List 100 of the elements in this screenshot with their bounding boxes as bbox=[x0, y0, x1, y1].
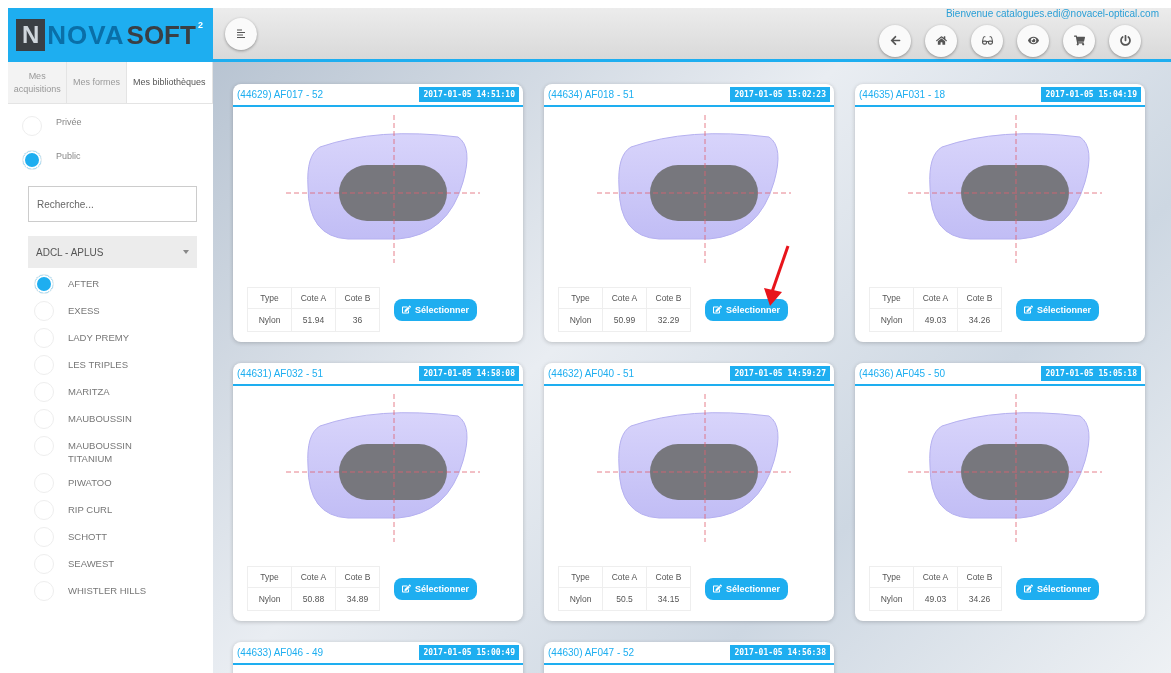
logo-superscript: 2 bbox=[197, 20, 203, 30]
table-header: Type bbox=[558, 287, 603, 309]
home-button[interactable] bbox=[925, 24, 957, 57]
radio-label: Public bbox=[56, 150, 81, 162]
brand-label: SEAWEST bbox=[68, 556, 116, 571]
brand-label: EXESS bbox=[68, 304, 101, 318]
glasses-icon bbox=[981, 35, 993, 46]
edit-icon bbox=[713, 305, 722, 314]
select-button[interactable]: Sélectionner bbox=[1016, 298, 1100, 321]
table-cell: Nylon bbox=[869, 587, 914, 611]
table-header: Cote B bbox=[335, 566, 380, 588]
menu-button[interactable] bbox=[225, 17, 257, 50]
brand-label: RIP CURL bbox=[68, 502, 114, 517]
select-button[interactable]: Sélectionner bbox=[394, 577, 478, 600]
eye-icon bbox=[1027, 35, 1039, 46]
table-header: Cote A bbox=[291, 287, 336, 309]
brand-label: MAUBOUSSIN bbox=[68, 412, 133, 426]
edit-icon bbox=[713, 584, 722, 593]
select-button[interactable]: Sélectionner bbox=[705, 298, 789, 321]
table-cell: 51.94 bbox=[291, 308, 336, 332]
table-header: Cote A bbox=[913, 566, 958, 588]
timestamp-badge: 2017-01-05 15:00:49 bbox=[419, 645, 519, 660]
table-header: Type bbox=[558, 566, 603, 588]
timestamp-badge: 2017-01-05 14:56:38 bbox=[730, 645, 830, 660]
table-header: Cote A bbox=[913, 287, 958, 309]
back-button[interactable] bbox=[879, 24, 911, 57]
radio-button[interactable] bbox=[22, 150, 42, 171]
table-cell: 49.03 bbox=[913, 587, 958, 611]
brand-label: SCHOTT bbox=[68, 529, 109, 544]
table-cell: 36 bbox=[335, 308, 380, 332]
table-cell: 50.99 bbox=[602, 308, 647, 332]
edit-icon bbox=[1024, 584, 1033, 593]
card-title: (44631) AF032 - 51 bbox=[237, 368, 324, 379]
timestamp-badge: 2017-01-05 14:59:27 bbox=[730, 366, 830, 381]
table-header: Type bbox=[869, 287, 914, 309]
power-button[interactable] bbox=[1109, 24, 1141, 57]
table-cell: 50.88 bbox=[291, 587, 336, 611]
sidebar-tab[interactable]: Mes acquisitions bbox=[8, 62, 68, 104]
table-cell: 32.29 bbox=[646, 308, 691, 332]
table-header: Type bbox=[869, 566, 914, 588]
card-title: (44632) AF040 - 51 bbox=[548, 368, 635, 379]
card-title: (44630) AF047 - 52 bbox=[548, 647, 635, 658]
edit-icon bbox=[402, 305, 411, 314]
table-header: Cote A bbox=[602, 566, 647, 588]
brand-label: WHISTLER HILLS bbox=[68, 583, 148, 598]
logo-text: NOVA bbox=[47, 19, 125, 51]
select-button[interactable]: Sélectionner bbox=[705, 577, 789, 600]
timestamp-badge: 2017-01-05 14:58:08 bbox=[419, 366, 519, 381]
table-header: Cote B bbox=[957, 287, 1002, 309]
sidebar-tab[interactable]: Mes formes bbox=[67, 62, 127, 104]
radio-label: Privée bbox=[56, 116, 82, 128]
logo-text: SOFT bbox=[126, 19, 196, 51]
back-arrow-icon bbox=[889, 35, 901, 46]
table-cell: Nylon bbox=[869, 308, 914, 332]
edit-icon bbox=[1024, 305, 1033, 314]
table-cell: Nylon bbox=[558, 308, 603, 332]
table-cell: Nylon bbox=[247, 308, 292, 332]
table-cell: 34.89 bbox=[335, 587, 380, 611]
logo-mark: N bbox=[16, 19, 46, 51]
caret-icon bbox=[183, 250, 189, 255]
eye-button[interactable] bbox=[1017, 24, 1049, 57]
table-header: Cote A bbox=[602, 287, 647, 309]
card-title: (44633) AF046 - 49 bbox=[237, 647, 324, 658]
timestamp-badge: 2017-01-05 15:02:23 bbox=[730, 87, 830, 102]
edit-icon bbox=[402, 584, 411, 593]
search-field[interactable]: Recherche... bbox=[28, 186, 197, 223]
home-icon bbox=[935, 35, 947, 46]
table-header: Cote A bbox=[291, 566, 336, 588]
cart-icon bbox=[1073, 35, 1085, 46]
brand-label: LADY PREMY bbox=[68, 331, 131, 345]
table-cell: 50.5 bbox=[602, 587, 647, 611]
menu-icon bbox=[236, 28, 246, 39]
table-cell: Nylon bbox=[558, 587, 603, 611]
timestamp-badge: 2017-01-05 15:05:18 bbox=[1041, 366, 1141, 381]
power-icon bbox=[1119, 35, 1131, 46]
table-header: Cote B bbox=[646, 566, 691, 588]
table-header: Type bbox=[247, 287, 292, 309]
card-title: (44635) AF031 - 18 bbox=[859, 89, 946, 100]
brand-label: LES TRIPLES bbox=[68, 358, 130, 372]
select-button[interactable]: Sélectionner bbox=[394, 298, 478, 321]
brand-label: AFTER bbox=[68, 277, 101, 291]
timestamp-badge: 2017-01-05 14:51:10 bbox=[419, 87, 519, 102]
table-cell: 34.15 bbox=[646, 587, 691, 611]
table-cell: 49.03 bbox=[913, 308, 958, 332]
radio-button[interactable] bbox=[34, 274, 54, 295]
glasses-button[interactable] bbox=[971, 24, 1003, 57]
table-header: Type bbox=[247, 566, 292, 588]
welcome-text: Bienvenue catalogues.edi@novacel-optical.com bbox=[945, 8, 1159, 19]
brand-label: MARITZA bbox=[68, 385, 111, 399]
table-header: Cote B bbox=[957, 566, 1002, 588]
card-title: (44629) AF017 - 52 bbox=[237, 89, 324, 100]
timestamp-badge: 2017-01-05 15:04:19 bbox=[1041, 87, 1141, 102]
cart-button[interactable] bbox=[1063, 24, 1095, 57]
brand-label: MAUBOUSSIN TITANIUM bbox=[68, 439, 133, 466]
library-dropdown[interactable]: ADCL - APLUS bbox=[28, 236, 197, 269]
table-header: Cote B bbox=[335, 287, 380, 309]
table-cell: 34.26 bbox=[957, 587, 1002, 611]
table-cell: 34.26 bbox=[957, 308, 1002, 332]
select-button[interactable]: Sélectionner bbox=[1016, 577, 1100, 600]
table-cell: Nylon bbox=[247, 587, 292, 611]
